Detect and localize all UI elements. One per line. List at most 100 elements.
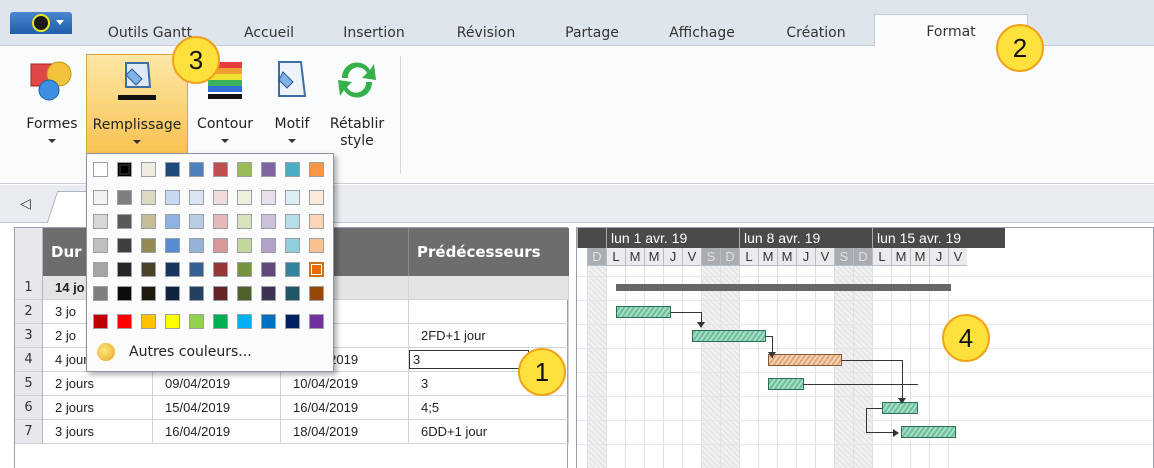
color-swatch[interactable] (165, 190, 180, 205)
color-swatch[interactable] (213, 286, 228, 301)
color-swatch[interactable] (93, 162, 108, 177)
cell-pred[interactable]: 6DD+1 jour (409, 420, 569, 444)
color-swatch[interactable] (93, 314, 108, 329)
color-swatch[interactable] (189, 262, 204, 277)
color-swatch[interactable] (213, 238, 228, 253)
color-swatch[interactable] (117, 214, 132, 229)
color-swatch[interactable] (309, 190, 324, 205)
row-number[interactable]: 5 (15, 372, 43, 396)
color-swatch[interactable] (165, 238, 180, 253)
color-swatch[interactable] (237, 286, 252, 301)
color-swatch[interactable] (141, 238, 156, 253)
cell-end[interactable]: 10/04/2019 (281, 372, 409, 396)
color-swatch[interactable] (117, 238, 132, 253)
cell-pred[interactable] (409, 300, 569, 324)
color-swatch[interactable] (213, 262, 228, 277)
color-swatch[interactable] (213, 214, 228, 229)
color-swatch[interactable] (117, 314, 132, 329)
scroll-left-icon[interactable]: ◁ (20, 196, 31, 212)
color-swatch[interactable] (261, 190, 276, 205)
color-swatch[interactable] (285, 190, 300, 205)
cell-pred[interactable]: 4;5 (409, 396, 569, 420)
cell-start[interactable]: 09/04/2019 (153, 372, 281, 396)
color-swatch[interactable] (237, 238, 252, 253)
color-swatch[interactable] (237, 314, 252, 329)
color-swatch[interactable] (141, 214, 156, 229)
predecessor-edit-box[interactable]: 3 (409, 350, 529, 369)
app-menu-button[interactable] (10, 12, 72, 34)
color-swatch[interactable] (213, 190, 228, 205)
tab-revision[interactable]: Révision (446, 22, 526, 46)
color-swatch[interactable] (165, 214, 180, 229)
tab-accueil[interactable]: Accueil (232, 22, 306, 46)
tab-creation[interactable]: Création (776, 22, 856, 46)
cell-start[interactable]: 16/04/2019 (153, 420, 281, 444)
color-swatch[interactable] (189, 286, 204, 301)
column-header-predecessors[interactable]: Prédécesseurs (409, 228, 569, 276)
cell-duration[interactable]: 2 jours (43, 372, 153, 396)
color-swatch[interactable] (261, 262, 276, 277)
color-swatch[interactable] (237, 162, 252, 177)
row-number[interactable]: 3 (15, 324, 43, 348)
color-swatch[interactable] (261, 314, 276, 329)
color-swatch[interactable] (213, 314, 228, 329)
cell-end[interactable]: 18/04/2019 (281, 420, 409, 444)
color-swatch[interactable] (117, 262, 132, 277)
color-swatch[interactable] (189, 190, 204, 205)
color-swatch[interactable] (141, 162, 156, 177)
color-swatch[interactable] (285, 314, 300, 329)
color-swatch[interactable] (165, 162, 180, 177)
task-bar[interactable] (768, 378, 804, 390)
color-swatch[interactable] (309, 162, 324, 177)
cell-start[interactable]: 15/04/2019 (153, 396, 281, 420)
color-swatch[interactable] (237, 214, 252, 229)
tab-partage[interactable]: Partage (556, 22, 628, 46)
row-number[interactable]: 7 (15, 420, 43, 444)
color-swatch[interactable] (165, 286, 180, 301)
summary-bar[interactable] (616, 284, 951, 291)
color-swatch[interactable] (261, 214, 276, 229)
cell-duration[interactable]: 3 jours (43, 420, 153, 444)
reset-style-button[interactable]: Rétablir style (322, 54, 392, 160)
more-colors-item[interactable]: Autres couleurs... (87, 334, 333, 370)
tab-insertion[interactable]: Insertion (332, 22, 416, 46)
color-swatch[interactable] (309, 286, 324, 301)
pattern-button[interactable]: Motif (264, 54, 320, 160)
color-swatch[interactable] (117, 162, 132, 177)
color-swatch[interactable] (189, 238, 204, 253)
cell-duration[interactable]: 2 jours (43, 396, 153, 420)
color-swatch[interactable] (141, 286, 156, 301)
color-swatch[interactable] (309, 214, 324, 229)
color-swatch[interactable] (117, 190, 132, 205)
row-number[interactable]: 4 (15, 348, 43, 372)
color-swatch[interactable] (93, 190, 108, 205)
color-swatch[interactable] (93, 286, 108, 301)
color-swatch[interactable] (309, 262, 324, 277)
color-swatch[interactable] (141, 190, 156, 205)
color-swatch[interactable] (141, 262, 156, 277)
color-swatch[interactable] (261, 238, 276, 253)
color-swatch[interactable] (237, 262, 252, 277)
color-swatch[interactable] (93, 262, 108, 277)
color-swatch[interactable] (141, 314, 156, 329)
color-swatch[interactable] (285, 238, 300, 253)
color-swatch[interactable] (189, 314, 204, 329)
cell-end[interactable]: 16/04/2019 (281, 396, 409, 420)
row-number[interactable]: 6 (15, 396, 43, 420)
color-swatch[interactable] (189, 162, 204, 177)
color-swatch[interactable] (189, 214, 204, 229)
cell-pred[interactable]: 2FD+1 jour (409, 324, 569, 348)
row-number[interactable]: 2 (15, 300, 43, 324)
color-swatch[interactable] (93, 214, 108, 229)
color-swatch[interactable] (261, 286, 276, 301)
color-swatch[interactable] (285, 262, 300, 277)
task-bar[interactable] (901, 426, 956, 438)
color-swatch[interactable] (309, 238, 324, 253)
color-swatch[interactable] (309, 314, 324, 329)
color-swatch[interactable] (117, 286, 132, 301)
task-bar[interactable] (616, 306, 671, 318)
row-number[interactable]: 1 (15, 276, 43, 300)
task-bar[interactable] (768, 354, 842, 366)
cell-pred[interactable] (409, 276, 569, 300)
color-swatch[interactable] (285, 162, 300, 177)
